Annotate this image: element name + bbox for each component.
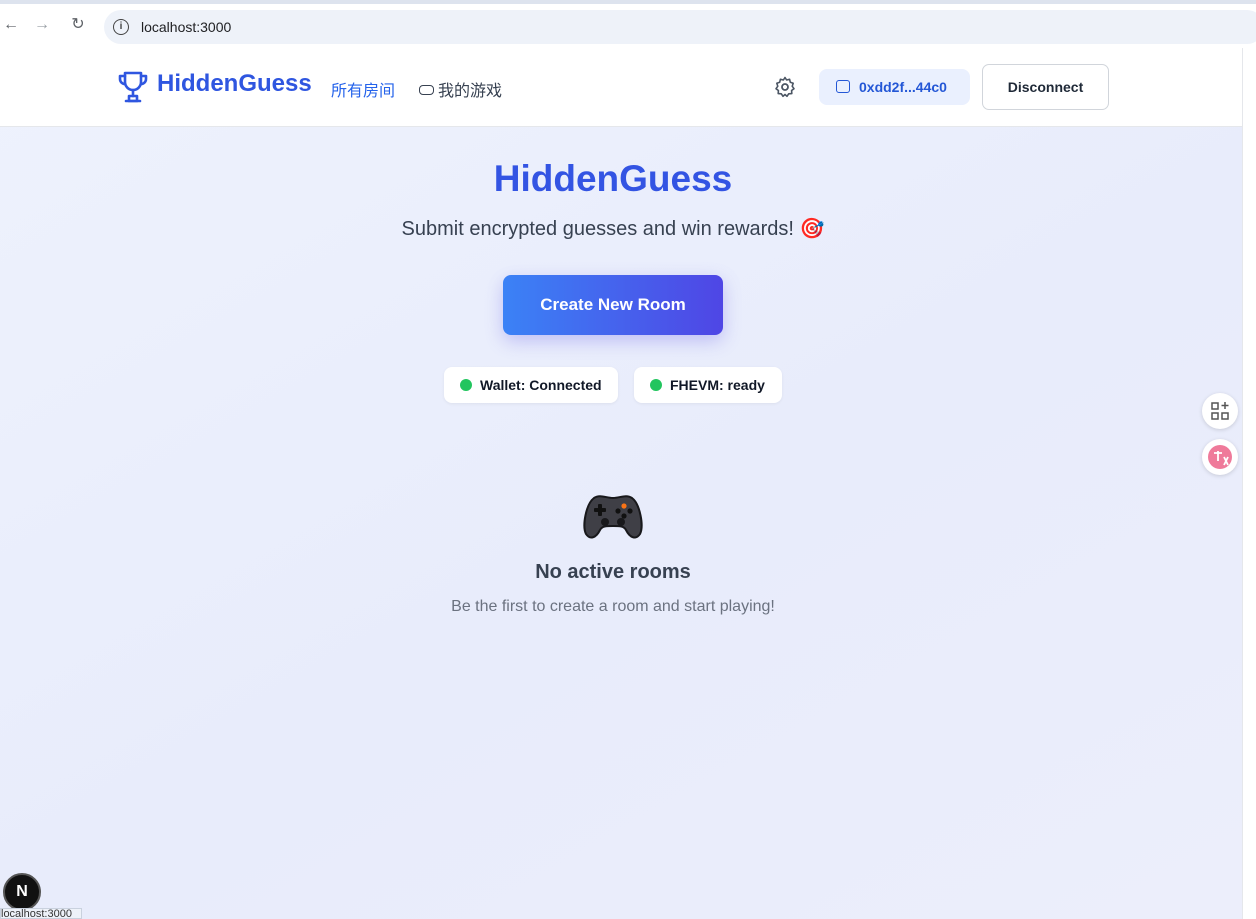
browser-toolbar: ← → ↻ i localhost:3000 [0,0,1256,48]
address-bar-text: localhost:3000 [141,19,232,35]
side-apps-button[interactable] [1202,393,1238,429]
status-dot-icon [650,379,662,391]
wallet-status-label: Wallet: Connected [480,377,602,393]
page-viewport: HiddenGuess 所有房间 我的游戏 0xdd2f...44c0 Disc… [0,48,1242,919]
disconnect-button[interactable]: Disconnect [982,64,1109,110]
wallet-icon [836,80,850,93]
devtools-panel-edge [1242,48,1256,919]
nav-all-rooms[interactable]: 所有房间 [331,77,395,101]
gamepad-icon [419,85,434,95]
empty-state-title: No active rooms [535,561,691,583]
create-room-button[interactable]: Create New Room [503,275,723,335]
back-icon[interactable]: ← [0,14,22,36]
fhevm-status-badge: FHEVM: ready [634,367,782,403]
app-header: HiddenGuess 所有房间 我的游戏 0xdd2f...44c0 Disc… [0,48,1242,127]
site-info-icon[interactable]: i [113,19,129,35]
hero-title: HiddenGuess [493,158,733,199]
grid-icon [1211,402,1229,420]
nav-my-games-label: 我的游戏 [438,83,503,100]
wallet-address-chip[interactable]: 0xdd2f...44c0 [819,69,970,105]
game-controller-icon [583,495,643,539]
translate-icon [1208,445,1232,469]
reload-icon[interactable]: ↻ [67,14,89,36]
trophy-icon[interactable] [117,70,149,104]
dev-tools-badge[interactable]: N [3,873,41,911]
empty-state-subtitle: Be the first to create a room and start … [451,598,775,615]
hero-subtitle: Submit encrypted guesses and win rewards… [401,218,825,240]
wallet-address: 0xdd2f...44c0 [859,79,947,95]
wallet-status-badge: Wallet: Connected [444,367,618,403]
status-bar-url: localhost:3000 [0,908,82,919]
address-bar[interactable]: i localhost:3000 [104,10,1256,44]
settings-gear-icon[interactable] [773,75,797,99]
nav-my-games[interactable]: 我的游戏 [419,77,502,101]
fhevm-status-label: FHEVM: ready [670,377,765,393]
side-translate-button[interactable] [1202,439,1238,475]
status-dot-icon [460,379,472,391]
forward-icon[interactable]: → [31,14,53,36]
app-logo-text[interactable]: HiddenGuess [157,70,312,98]
